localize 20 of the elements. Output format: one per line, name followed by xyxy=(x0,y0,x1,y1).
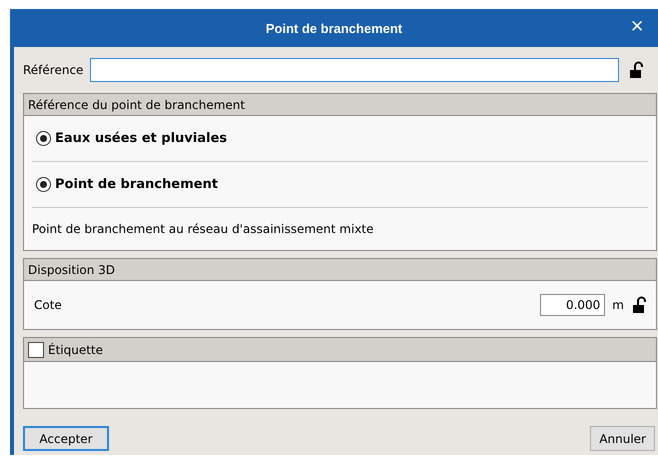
group-title: Étiquette xyxy=(48,342,104,356)
option-label: Point de branchement xyxy=(55,177,218,192)
option-label: Eaux usées et pluviales xyxy=(55,131,227,146)
window-title: Point de branchement xyxy=(266,20,402,36)
radio-button[interactable] xyxy=(36,177,51,192)
cancel-button[interactable]: Annuler xyxy=(590,426,655,451)
field-label: Cote xyxy=(34,298,63,312)
unit-label: m xyxy=(612,298,624,312)
reference-field[interactable] xyxy=(90,58,620,82)
padlock-icon[interactable] xyxy=(629,61,646,79)
close-button[interactable]: ✕ xyxy=(630,17,644,37)
group-title: Référence du point de branchement xyxy=(28,98,245,112)
field-label: Référence xyxy=(23,63,84,77)
elevation-field[interactable]: 0.000 xyxy=(540,294,606,316)
accept-button[interactable]: Accepter xyxy=(23,426,109,451)
description-text: Point de branchement au réseau d'assainissement mixte xyxy=(32,221,375,238)
checkbox[interactable] xyxy=(28,342,44,358)
padlock-icon[interactable] xyxy=(632,296,648,314)
radio-button[interactable] xyxy=(36,131,51,146)
group-title: Disposition 3D xyxy=(28,262,116,276)
